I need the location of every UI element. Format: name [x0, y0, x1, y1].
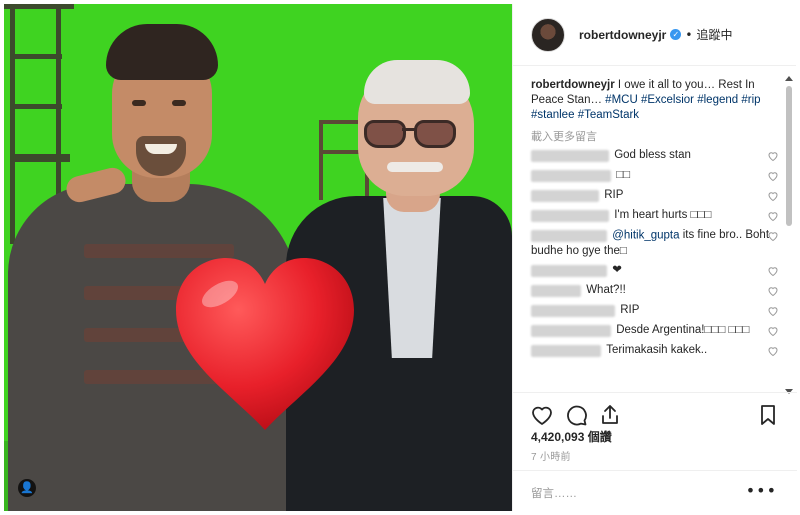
comment-scrollbar[interactable]	[784, 76, 794, 394]
comment-list[interactable]: robertdowneyjr I owe it all to you… Rest…	[513, 78, 797, 390]
post-header: robertdowneyjr ✓ • 追蹤中	[513, 4, 796, 66]
comment-item: ❤	[531, 263, 779, 279]
header-username[interactable]: robertdowneyjr	[579, 28, 666, 42]
comment-like-icon[interactable]	[767, 150, 779, 162]
post-timestamp[interactable]: 7 小時前	[531, 448, 571, 463]
scroll-thumb[interactable]	[786, 86, 792, 226]
comment-item: □□	[531, 168, 779, 184]
comment-item: Terimakasih kakek..	[531, 343, 779, 359]
caption-username[interactable]: robertdowneyjr	[531, 79, 615, 91]
blurred-username	[531, 209, 609, 222]
comment-like-icon[interactable]	[767, 325, 779, 337]
heart-emoji-icon	[176, 258, 354, 430]
blurred-username	[531, 304, 615, 317]
comment-like-icon[interactable]	[767, 170, 779, 182]
scroll-up-icon[interactable]	[785, 76, 793, 81]
comment-item: I'm heart hurts □□□	[531, 208, 779, 224]
person-left-smile	[145, 144, 177, 154]
person-right-hair	[364, 60, 470, 104]
likes-count[interactable]: 4,420,093 個讚	[531, 428, 612, 445]
add-comment-bar: 留言…… •••	[513, 470, 797, 511]
comment-text: ❤	[612, 264, 622, 277]
bookmark-icon[interactable]	[756, 403, 780, 427]
comment-like-icon[interactable]	[767, 305, 779, 317]
comment-like-icon[interactable]	[767, 190, 779, 202]
share-icon[interactable]	[598, 403, 622, 427]
person-left-eye	[132, 100, 146, 106]
blurred-username	[531, 344, 601, 357]
hashtag-link[interactable]: #Excelsior	[641, 94, 694, 106]
comment-item: RIP	[531, 303, 779, 319]
comment-like-icon[interactable]	[767, 345, 779, 357]
comment-input[interactable]: 留言……	[531, 485, 577, 501]
comment-item: What?!!	[531, 283, 779, 299]
comment-text: God bless stan	[614, 149, 691, 161]
comment-text: Terimakasih kakek..	[606, 344, 708, 357]
post-caption: robertdowneyjr I owe it all to you… Rest…	[531, 78, 771, 123]
hashtag-link[interactable]: #TeamStark	[578, 109, 639, 121]
blurred-username	[531, 324, 611, 337]
hashtag-link[interactable]: #stanlee	[531, 109, 574, 121]
comment-text: Desde Argentina!□□□ □□□	[616, 324, 750, 337]
blurred-username	[531, 264, 607, 277]
more-options-icon[interactable]: •••	[746, 481, 777, 500]
comment-like-icon[interactable]	[767, 210, 779, 222]
comment-text: I'm heart hurts □□□	[614, 209, 712, 221]
sunglasses-bridge	[402, 128, 416, 131]
blurred-username	[531, 169, 611, 182]
comment-text: RIP	[604, 189, 624, 201]
verified-check-icon: ✓	[670, 29, 682, 40]
hashtag-link[interactable]: #MCU	[605, 94, 638, 106]
following-button[interactable]: 追蹤中	[696, 26, 732, 43]
load-more-comments-link[interactable]: 載入更多留言	[531, 128, 797, 144]
comment-item: God bless stan	[531, 148, 779, 164]
person-right-mustache	[387, 162, 443, 172]
user-tag-icon[interactable]: 👤	[18, 479, 36, 497]
comment-icon[interactable]	[564, 403, 588, 427]
comment-item: @hitik_gupta its fine bro.. Boht budhe h…	[531, 228, 779, 259]
hashtag-link[interactable]: #legend	[697, 94, 738, 106]
comment-text: RIP	[620, 304, 640, 317]
post-side-panel: robertdowneyjr ✓ • 追蹤中 robertdowneyjr I …	[512, 4, 797, 511]
comment-like-icon[interactable]	[767, 285, 779, 297]
comment-mention[interactable]: @hitik_gupta	[612, 230, 679, 242]
header-separator: •	[685, 27, 693, 42]
blurred-username	[531, 149, 609, 162]
blurred-username	[531, 189, 599, 202]
sunglasses-icon	[364, 120, 406, 148]
comment-text: □□	[616, 169, 631, 181]
blurred-username	[531, 229, 607, 242]
like-icon[interactable]	[530, 403, 554, 427]
comment-item: Desde Argentina!□□□ □□□	[531, 323, 779, 339]
comment-item: RIP	[531, 188, 779, 204]
comment-like-icon[interactable]	[767, 265, 779, 277]
comment-text: What?!!	[586, 284, 626, 297]
avatar[interactable]	[531, 17, 565, 52]
hashtag-link[interactable]: #rip	[741, 94, 760, 106]
person-left-hair	[106, 24, 218, 80]
blurred-username	[531, 284, 581, 297]
person-left-eye	[172, 100, 186, 106]
post-photo[interactable]: 👤	[4, 4, 512, 511]
sunglasses-icon	[414, 120, 456, 148]
comment-like-icon[interactable]	[767, 230, 779, 242]
